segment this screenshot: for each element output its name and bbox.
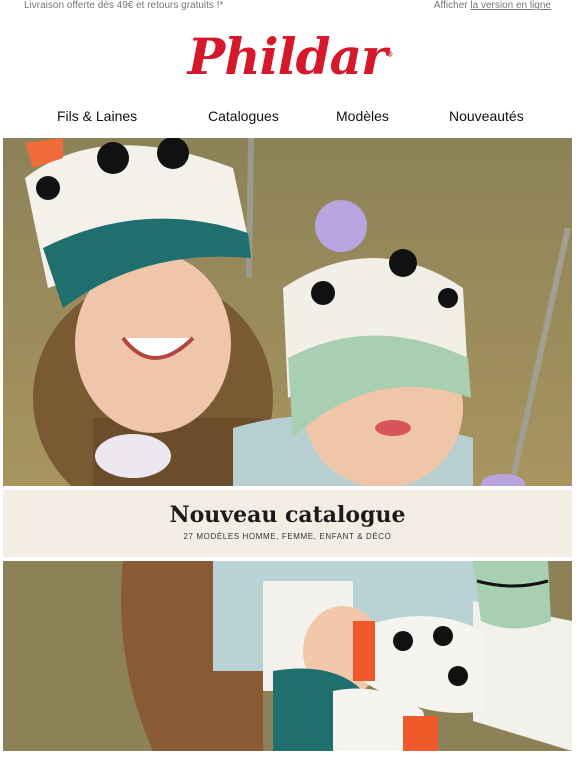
- mittens-photo-illustration: [3, 561, 572, 751]
- nav-item-catalogues[interactable]: Catalogues: [208, 108, 279, 124]
- nav-item-fils-laines[interactable]: Fils & Laines: [57, 108, 137, 124]
- main-navigation: Fils & Laines Catalogues Modèles Nouveau…: [0, 106, 580, 126]
- view-online-prefix: Afficher: [433, 0, 468, 11]
- top-bar: Livraison offerte dès 49€ et retours gra…: [0, 0, 580, 14]
- banner-title: Nouveau catalogue: [169, 502, 406, 528]
- hero-image[interactable]: [3, 138, 572, 486]
- logo-wordmark[interactable]: Phildar®: [188, 32, 394, 82]
- brand-logo[interactable]: Phildar®: [0, 22, 580, 92]
- view-online-link[interactable]: la version en ligne: [470, 0, 551, 11]
- banner-subtitle: 27 MODÈLES HOMME, FEMME, ENFANT & DÉCO: [183, 532, 392, 541]
- shipping-notice: Livraison offerte dès 49€ et retours gra…: [24, 0, 224, 11]
- nav-item-nouveautes[interactable]: Nouveautés: [449, 108, 524, 124]
- catalogue-banner[interactable]: Nouveau catalogue 27 MODÈLES HOMME, FEMM…: [3, 490, 572, 557]
- registered-mark: ®: [386, 49, 393, 59]
- view-online: Afficher la version en ligne: [434, 0, 551, 11]
- nav-item-modeles[interactable]: Modèles: [336, 108, 389, 124]
- second-image[interactable]: [3, 561, 572, 751]
- logo-text: Phildar: [187, 27, 388, 86]
- hero-photo-illustration: [3, 138, 572, 486]
